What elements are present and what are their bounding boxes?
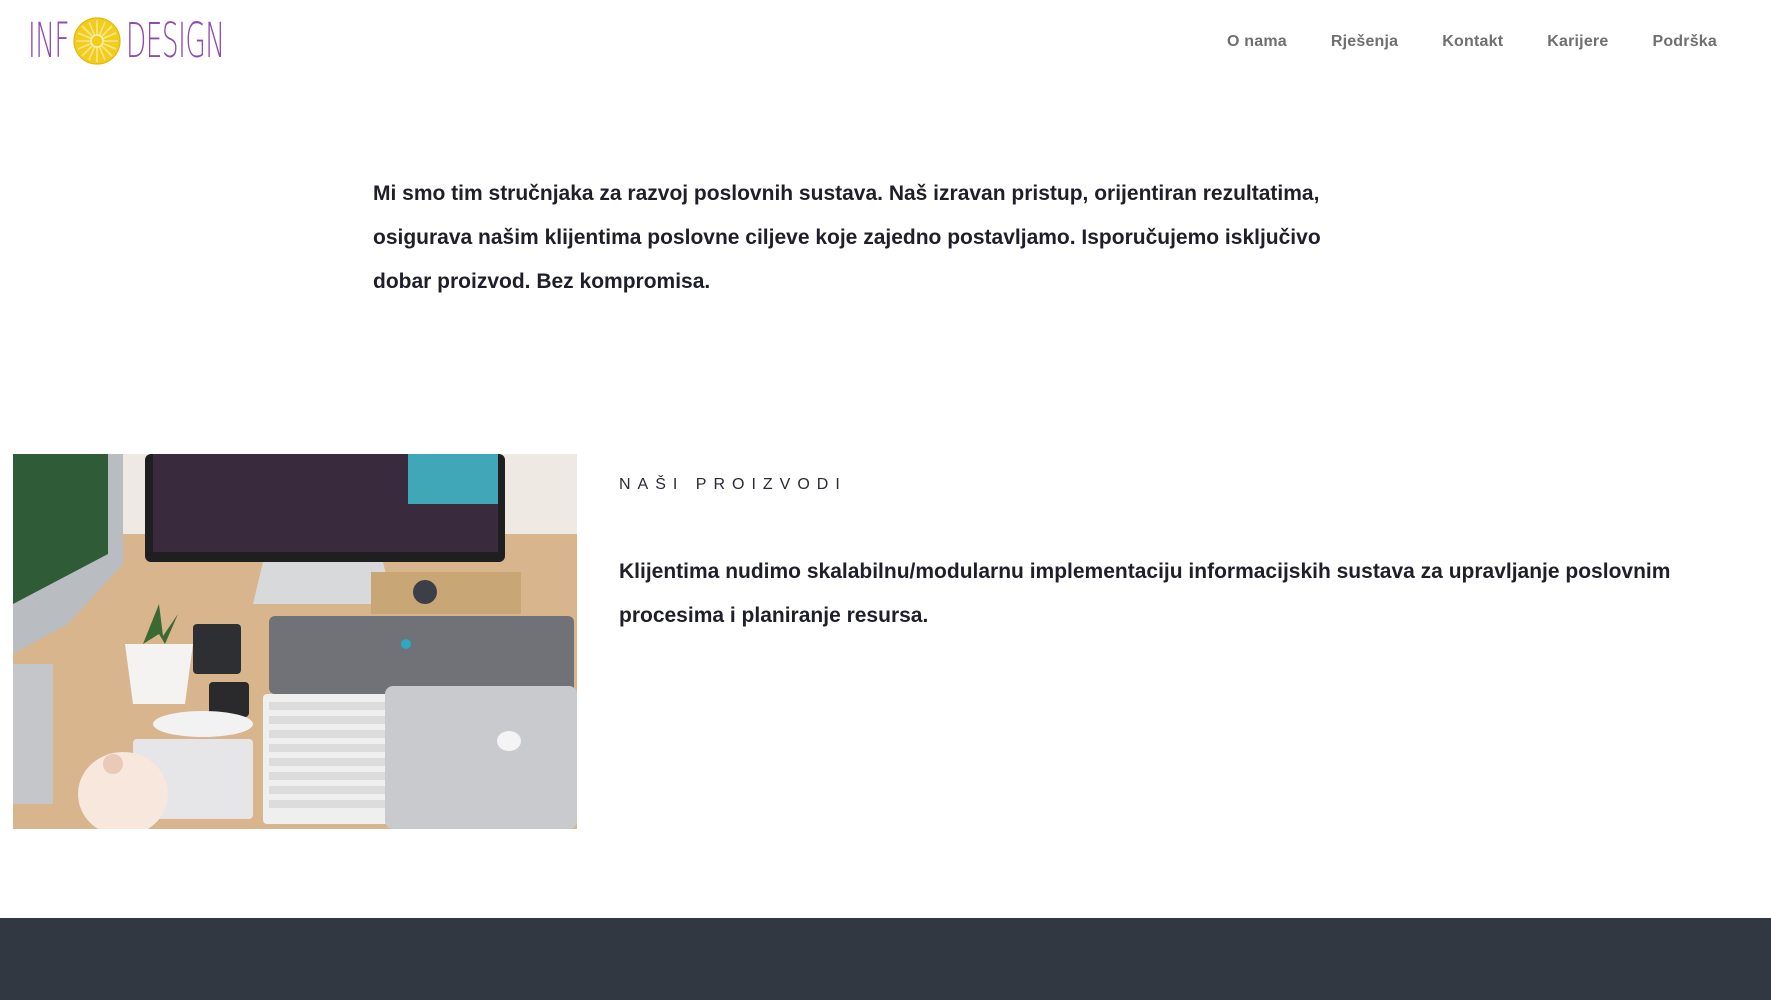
logo-flower-icon bbox=[73, 17, 121, 65]
main-nav: O nama Rješenja Kontakt Karijere Podrška bbox=[1227, 33, 1717, 51]
nav-item-karijere[interactable]: Karijere bbox=[1547, 33, 1608, 51]
site-footer bbox=[0, 918, 1771, 1000]
products-description: Klijentima nudimo skalabilnu/modularnu i… bbox=[619, 560, 1671, 627]
logo-text-right: DESIGN bbox=[126, 13, 225, 69]
logo-text-left: INF bbox=[28, 13, 70, 69]
intro-text: Mi smo tim stručnjaka za razvoj poslovni… bbox=[373, 182, 1321, 293]
nav-item-o-nama[interactable]: O nama bbox=[1227, 33, 1287, 51]
products-photo bbox=[13, 454, 577, 829]
logo-link[interactable]: INF DESIGN bbox=[28, 13, 225, 69]
nav-item-kontakt[interactable]: Kontakt bbox=[1442, 33, 1503, 51]
site-header: INF DESIGN O nama Rješenja Kontakt Karij… bbox=[0, 0, 1771, 90]
page: INF DESIGN O nama Rješenja Kontakt Karij… bbox=[0, 0, 1771, 1000]
nav-item-podrska[interactable]: Podrška bbox=[1652, 33, 1717, 51]
nav-item-rjesenja[interactable]: Rješenja bbox=[1331, 33, 1398, 51]
desk-workspace-photo bbox=[13, 454, 577, 829]
products-section-label: NAŠI PROIZVODI bbox=[619, 476, 847, 493]
